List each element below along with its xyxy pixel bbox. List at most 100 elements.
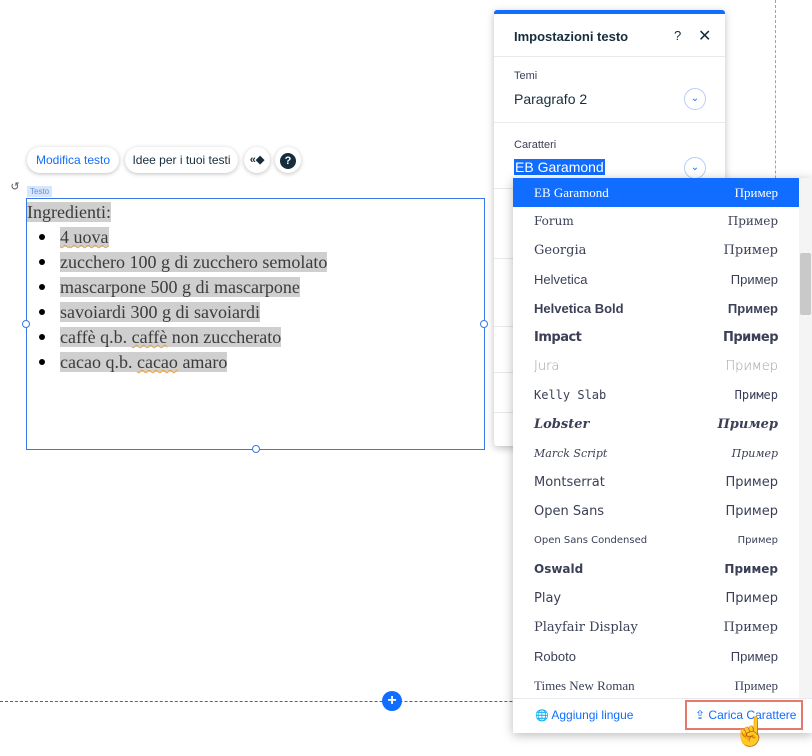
font-option-sample: Пример [723, 243, 778, 258]
list-item-text: savoiardi 300 g di savoiardi [60, 302, 260, 322]
font-option-sample: Пример [730, 649, 778, 664]
list-item: mascarpone 500 g di mascarpone [39, 276, 327, 301]
scrollbar-thumb[interactable] [800, 253, 811, 315]
font-option-name: Marck Script [534, 447, 608, 460]
panel-title: Impostazioni testo [514, 29, 629, 44]
rotate-icon[interactable]: ↺ [8, 180, 22, 194]
resize-handle-right[interactable] [480, 320, 488, 328]
font-option-sample: Пример [727, 301, 778, 316]
font-option-sample: Пример [730, 272, 778, 287]
divider [494, 122, 725, 123]
divider [494, 56, 725, 57]
font-option-sample: Пример [722, 330, 779, 345]
list-item-segment: cacao [136, 352, 178, 372]
font-option[interactable]: Playfair Display Пример [513, 613, 799, 642]
font-option-sample: Пример [724, 562, 778, 576]
font-option-name: Montserrat [534, 475, 605, 490]
font-option[interactable]: Marck Script Пример [513, 439, 799, 468]
font-option-name: Playfair Display [534, 620, 638, 635]
list-item: cacao q.b. cacao amaro [39, 351, 327, 376]
font-option[interactable]: Open Sans Пример [513, 497, 799, 526]
animation-icon: «◆ [249, 154, 265, 166]
font-dropdown: EB Garamond Пример Forum Пример Georgia Приме… [513, 178, 812, 733]
font-option[interactable]: Georgia Пример [513, 236, 799, 265]
add-section-button[interactable]: + [382, 691, 402, 711]
add-languages-label: Aggiungi lingue [551, 708, 634, 722]
close-icon[interactable]: ✕ [698, 26, 711, 46]
text-ideas-button[interactable]: Idee per i tuoi testi [125, 147, 238, 173]
fonts-value[interactable]: EB Garamond [514, 159, 605, 175]
list-item-segment: caffè [131, 327, 168, 347]
font-option[interactable]: Times New Roman Пример [513, 671, 799, 698]
font-option-name: Helvetica Bold [534, 301, 624, 316]
edit-text-button[interactable]: Modifica testo [27, 147, 119, 173]
font-option[interactable]: Jura Пример [513, 352, 799, 381]
list-item-text: zucchero 100 g di zucchero semolato [60, 252, 328, 272]
font-option-sample: Пример [725, 504, 778, 519]
list-item-segment: zucchero 100 g di zucchero semolato [60, 252, 328, 272]
list-item: caffè q.b. caffè non zuccherato [39, 326, 327, 351]
chevron-down-icon[interactable]: ⌄ [684, 157, 706, 179]
element-type-tag: Testo [27, 186, 53, 197]
font-option-sample: Пример [725, 591, 778, 606]
help-icon: ? [280, 153, 296, 169]
font-option-name: Forum [534, 214, 574, 228]
animation-button[interactable]: «◆ [244, 147, 270, 173]
fonts-label: Caratteri [514, 139, 557, 151]
list-item-text: 4 uova [60, 227, 109, 247]
add-languages-link[interactable]: 🌐 Aggiungi lingue [535, 708, 633, 722]
font-option[interactable]: Helvetica Bold Пример [513, 294, 799, 323]
list-item-segment: non zuccherato [167, 327, 282, 347]
font-option[interactable]: Impact Пример [513, 323, 799, 352]
font-option-name: Georgia [534, 243, 587, 258]
font-option-sample: Пример [731, 447, 778, 460]
resize-handle-bottom[interactable] [252, 445, 260, 453]
font-option[interactable]: Helvetica Пример [513, 265, 799, 294]
list-item: zucchero 100 g di zucchero semolato [39, 251, 328, 276]
help-button[interactable]: ? [275, 147, 301, 173]
font-option-sample: Пример [725, 359, 778, 374]
hand-cursor-icon: ☝ [733, 716, 768, 747]
font-option[interactable]: Oswald Пример [513, 555, 799, 584]
font-option[interactable]: Forum Пример [513, 207, 799, 236]
globe-icon: 🌐 [535, 710, 549, 722]
font-option[interactable]: Lobster Пример [513, 410, 799, 439]
font-option[interactable]: Roboto Пример [513, 642, 799, 671]
themes-label: Temi [514, 70, 538, 82]
font-option-name: Jura [534, 359, 560, 374]
plus-icon: + [387, 692, 397, 709]
list-item-segment: uova [69, 227, 109, 247]
font-option[interactable]: EB Garamond Пример [513, 178, 799, 207]
resize-handle-left[interactable] [22, 320, 30, 328]
font-option-sample: Пример [723, 620, 778, 635]
themes-value[interactable]: Paragrafo 2 [514, 91, 587, 107]
list-item-text: cacao q.b. cacao amaro [60, 352, 228, 372]
font-option[interactable]: Open Sans Condensed Пример [513, 526, 799, 555]
list-item-segment: caffè q.b. [60, 327, 132, 347]
list-item: 4 uova [39, 226, 327, 251]
list-item: savoiardi 300 g di savoiardi [39, 301, 327, 326]
panel-help-icon[interactable]: ? [674, 28, 681, 43]
list-item-segment: amaro [177, 352, 228, 372]
font-option[interactable]: Play Пример [513, 584, 799, 613]
font-option-name: Helvetica [534, 272, 588, 287]
font-option-sample: Пример [734, 185, 778, 200]
font-option-sample: Пример [717, 417, 778, 432]
list-item-segment: cacao q.b. [60, 352, 137, 372]
list-item-segment: 4 [60, 227, 69, 247]
text-title: Ingredienti: [27, 202, 111, 222]
font-option-sample: Пример [734, 388, 778, 402]
font-option-name: Open Sans Condensed [534, 535, 648, 546]
font-option[interactable]: Kelly Slab Пример [513, 381, 799, 410]
font-option-name: Play [534, 591, 562, 606]
ingredients-list: 4 uova zucchero 100 g di zucchero semolat… [39, 226, 328, 376]
font-option-sample: Пример [727, 214, 778, 228]
font-option-sample: Пример [734, 678, 778, 693]
font-option[interactable]: Montserrat Пример [513, 468, 799, 497]
chevron-down-icon[interactable]: ⌄ [684, 88, 706, 110]
font-option-name: EB Garamond [534, 185, 609, 200]
font-option-sample: Пример [737, 535, 778, 546]
list-item-segment: mascarpone 500 g di mascarpone [60, 277, 300, 297]
list-item-segment: savoiardi 300 g di savoiardi [60, 302, 260, 322]
upload-icon: ⇪ [695, 708, 706, 722]
